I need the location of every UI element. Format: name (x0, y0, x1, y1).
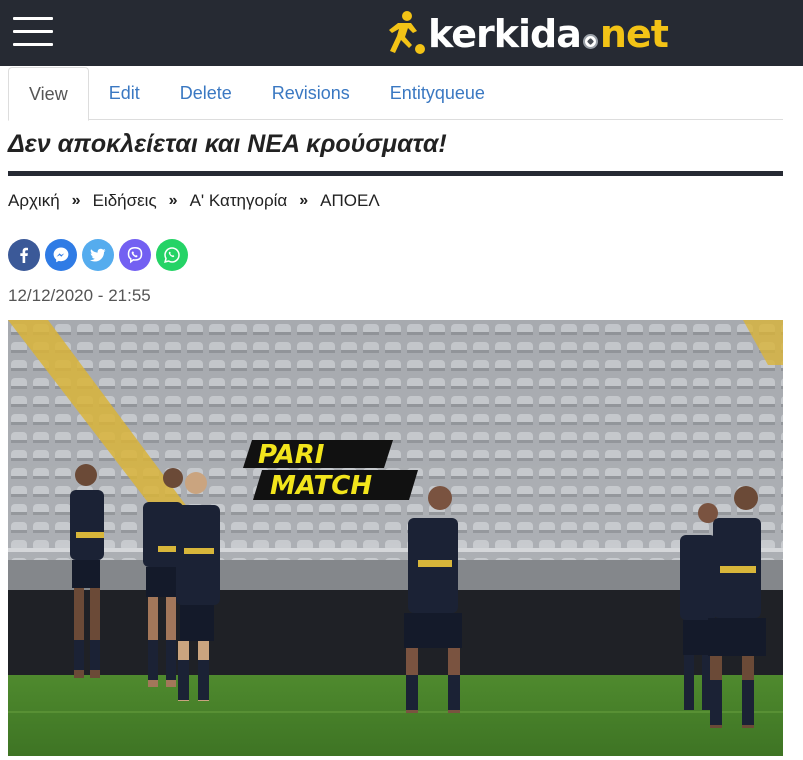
viber-icon (127, 247, 143, 264)
breadcrumb-separator: » (299, 192, 309, 209)
hamburger-menu-icon[interactable] (13, 17, 53, 47)
facebook-share-button[interactable] (8, 239, 40, 271)
soccer-ball-icon (582, 33, 598, 49)
article-date: 12/12/2020 - 21:55 (8, 286, 151, 305)
breadcrumb-news[interactable]: Ειδήσεις (93, 191, 157, 211)
breadcrumb-category[interactable]: Α' Κατηγορία (190, 191, 288, 211)
breadcrumb: Αρχική » Ειδήσεις » Α' Κατηγορία » ΑΠΟΕΛ (8, 191, 380, 211)
site-header: kerkida net (0, 0, 803, 66)
breadcrumb-team[interactable]: ΑΠΟΕΛ (320, 191, 380, 211)
viber-share-button[interactable] (119, 239, 151, 271)
title-divider (8, 171, 783, 176)
tab-entityqueue[interactable]: Entityqueue (370, 67, 505, 120)
facebook-icon (20, 247, 28, 263)
breadcrumb-separator: » (71, 192, 81, 209)
tab-edit[interactable]: Edit (89, 67, 160, 120)
twitter-icon (90, 248, 106, 262)
logo-text-kerkida: kerkida (428, 12, 582, 56)
whatsapp-icon (164, 247, 180, 263)
share-buttons (8, 239, 193, 271)
footballer-kick-icon (380, 9, 428, 59)
twitter-share-button[interactable] (82, 239, 114, 271)
site-logo[interactable]: kerkida net (380, 8, 669, 60)
tab-view[interactable]: View (8, 67, 89, 121)
banner-text-match: MATCH (270, 471, 372, 501)
breadcrumb-separator: » (168, 192, 178, 209)
logo-text-net: net (599, 12, 669, 56)
messenger-icon (53, 247, 69, 263)
banner-text-pari: PARI (258, 440, 325, 470)
whatsapp-share-button[interactable] (156, 239, 188, 271)
tab-delete[interactable]: Delete (160, 67, 252, 120)
admin-tabs: View Edit Delete Revisions Entityqueue (8, 67, 783, 121)
article-photo: PARI MATCH (8, 320, 783, 756)
breadcrumb-home[interactable]: Αρχική (8, 191, 60, 211)
tab-revisions[interactable]: Revisions (252, 67, 370, 120)
messenger-share-button[interactable] (45, 239, 77, 271)
article-title: Δεν αποκλείεται και ΝΕΑ κρούσματα! (8, 130, 447, 158)
